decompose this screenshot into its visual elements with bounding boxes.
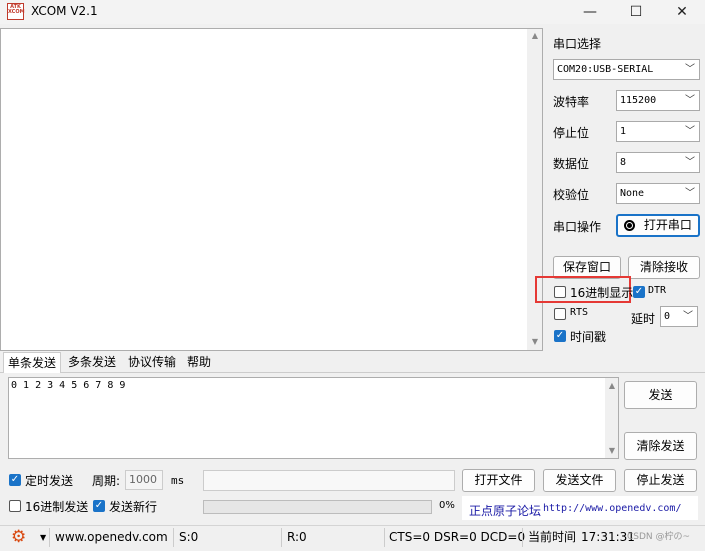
status-sent: S:0 <box>179 530 199 544</box>
clear-receive-button[interactable]: 清除接收 <box>628 256 700 279</box>
minimize-button[interactable]: — <box>567 0 613 24</box>
chevron-down-icon: ﹀ <box>685 64 695 75</box>
gear-icon[interactable]: ⚙ <box>11 526 26 549</box>
scroll-up-icon[interactable]: ▲ <box>604 381 620 390</box>
data-bits-label: 数据位 <box>553 157 590 171</box>
delay-label: 延时 <box>631 312 656 326</box>
port-op-label: 串口操作 <box>553 220 602 234</box>
stop-bits-label: 停止位 <box>553 126 590 140</box>
send-progress-bar <box>203 500 432 514</box>
port-select[interactable]: COM20:USB-SERIAL ﹀ <box>553 59 700 80</box>
chevron-down-icon: ﹀ <box>685 157 695 168</box>
timestamp-label: 时间戳 <box>570 330 607 344</box>
scroll-down-icon[interactable]: ▼ <box>527 337 543 346</box>
period-input[interactable]: 1000 <box>125 470 163 490</box>
status-time-label: 当前时间 <box>528 530 577 544</box>
maximize-button[interactable]: ☐ <box>613 0 659 24</box>
status-lines: CTS=0 DSR=0 DCD=0 <box>389 530 526 544</box>
window-title: XCOM V2.1 <box>31 4 98 18</box>
tab-help[interactable]: 帮助 <box>183 352 215 373</box>
chevron-down-icon: ﹀ <box>683 311 693 322</box>
send-text: 0 1 2 3 4 5 6 7 8 9 <box>11 380 126 391</box>
rts-checkbox[interactable] <box>554 308 566 320</box>
status-separator <box>173 528 174 547</box>
parity-select[interactable]: None ﹀ <box>616 183 700 204</box>
file-path-field[interactable] <box>203 470 455 491</box>
status-separator <box>522 528 523 547</box>
delay-select[interactable]: 0 ﹀ <box>660 306 698 327</box>
port-section-label: 串口选择 <box>553 37 602 51</box>
status-separator <box>281 528 282 547</box>
rts-label: RTS <box>570 307 589 318</box>
dtr-checkbox[interactable]: ✓ <box>633 286 645 298</box>
stop-bits-select[interactable]: 1 ﹀ <box>616 121 700 142</box>
baud-select[interactable]: 115200 ﹀ <box>616 90 700 111</box>
send-file-button[interactable]: 发送文件 <box>543 469 616 492</box>
forum-url[interactable]: http://www.openedv.com/ <box>543 503 681 514</box>
chevron-down-icon: ﹀ <box>685 126 695 137</box>
stop-send-button[interactable]: 停止发送 <box>624 469 697 492</box>
timed-send-checkbox[interactable]: ✓ <box>9 474 21 486</box>
hex-display-checkbox[interactable] <box>554 286 566 298</box>
chevron-down-icon: ﹀ <box>685 188 695 199</box>
status-received: R:0 <box>287 530 307 544</box>
progress-label: 0% <box>439 500 455 511</box>
hex-send-label: 16进制发送 <box>25 500 89 514</box>
newline-label: 发送新行 <box>109 500 158 514</box>
baud-label: 波特率 <box>553 95 590 109</box>
status-site: www.openedv.com <box>55 530 168 544</box>
watermark: CSDN @柠の~ <box>627 532 691 542</box>
dtr-label: DTR <box>648 285 667 296</box>
hex-display-label: 16进制显示 <box>570 286 634 300</box>
send-button[interactable]: 发送 <box>624 381 697 409</box>
status-separator <box>49 528 50 547</box>
parity-label: 校验位 <box>553 188 590 202</box>
radio-indicator-icon <box>624 220 635 231</box>
period-label: 周期: <box>92 474 121 488</box>
open-port-button[interactable]: 打开串口 <box>616 214 700 237</box>
data-bits-select[interactable]: 8 ﹀ <box>616 152 700 173</box>
tab-multi-send[interactable]: 多条发送 <box>64 352 120 373</box>
app-logo: ATK XCOM <box>7 3 25 20</box>
clear-send-button[interactable]: 清除发送 <box>624 432 697 460</box>
tab-single-send[interactable]: 单条发送 <box>3 352 62 373</box>
scroll-up-icon[interactable]: ▲ <box>527 31 543 40</box>
scroll-down-icon[interactable]: ▼ <box>604 446 620 455</box>
newline-checkbox[interactable]: ✓ <box>93 500 105 512</box>
receive-area[interactable] <box>0 28 543 351</box>
close-button[interactable]: ✕ <box>659 0 705 24</box>
tab-protocol[interactable]: 协议传输 <box>124 352 180 373</box>
open-file-button[interactable]: 打开文件 <box>462 469 535 492</box>
hex-send-checkbox[interactable] <box>9 500 21 512</box>
timestamp-checkbox[interactable]: ✓ <box>554 330 566 342</box>
chevron-down-icon: ﹀ <box>685 95 695 106</box>
period-unit: ms <box>171 474 185 487</box>
timed-send-label: 定时发送 <box>25 474 74 488</box>
dropdown-icon[interactable]: ▼ <box>40 526 46 549</box>
forum-label[interactable]: 正点原子论坛 <box>469 502 541 519</box>
status-separator <box>384 528 385 547</box>
